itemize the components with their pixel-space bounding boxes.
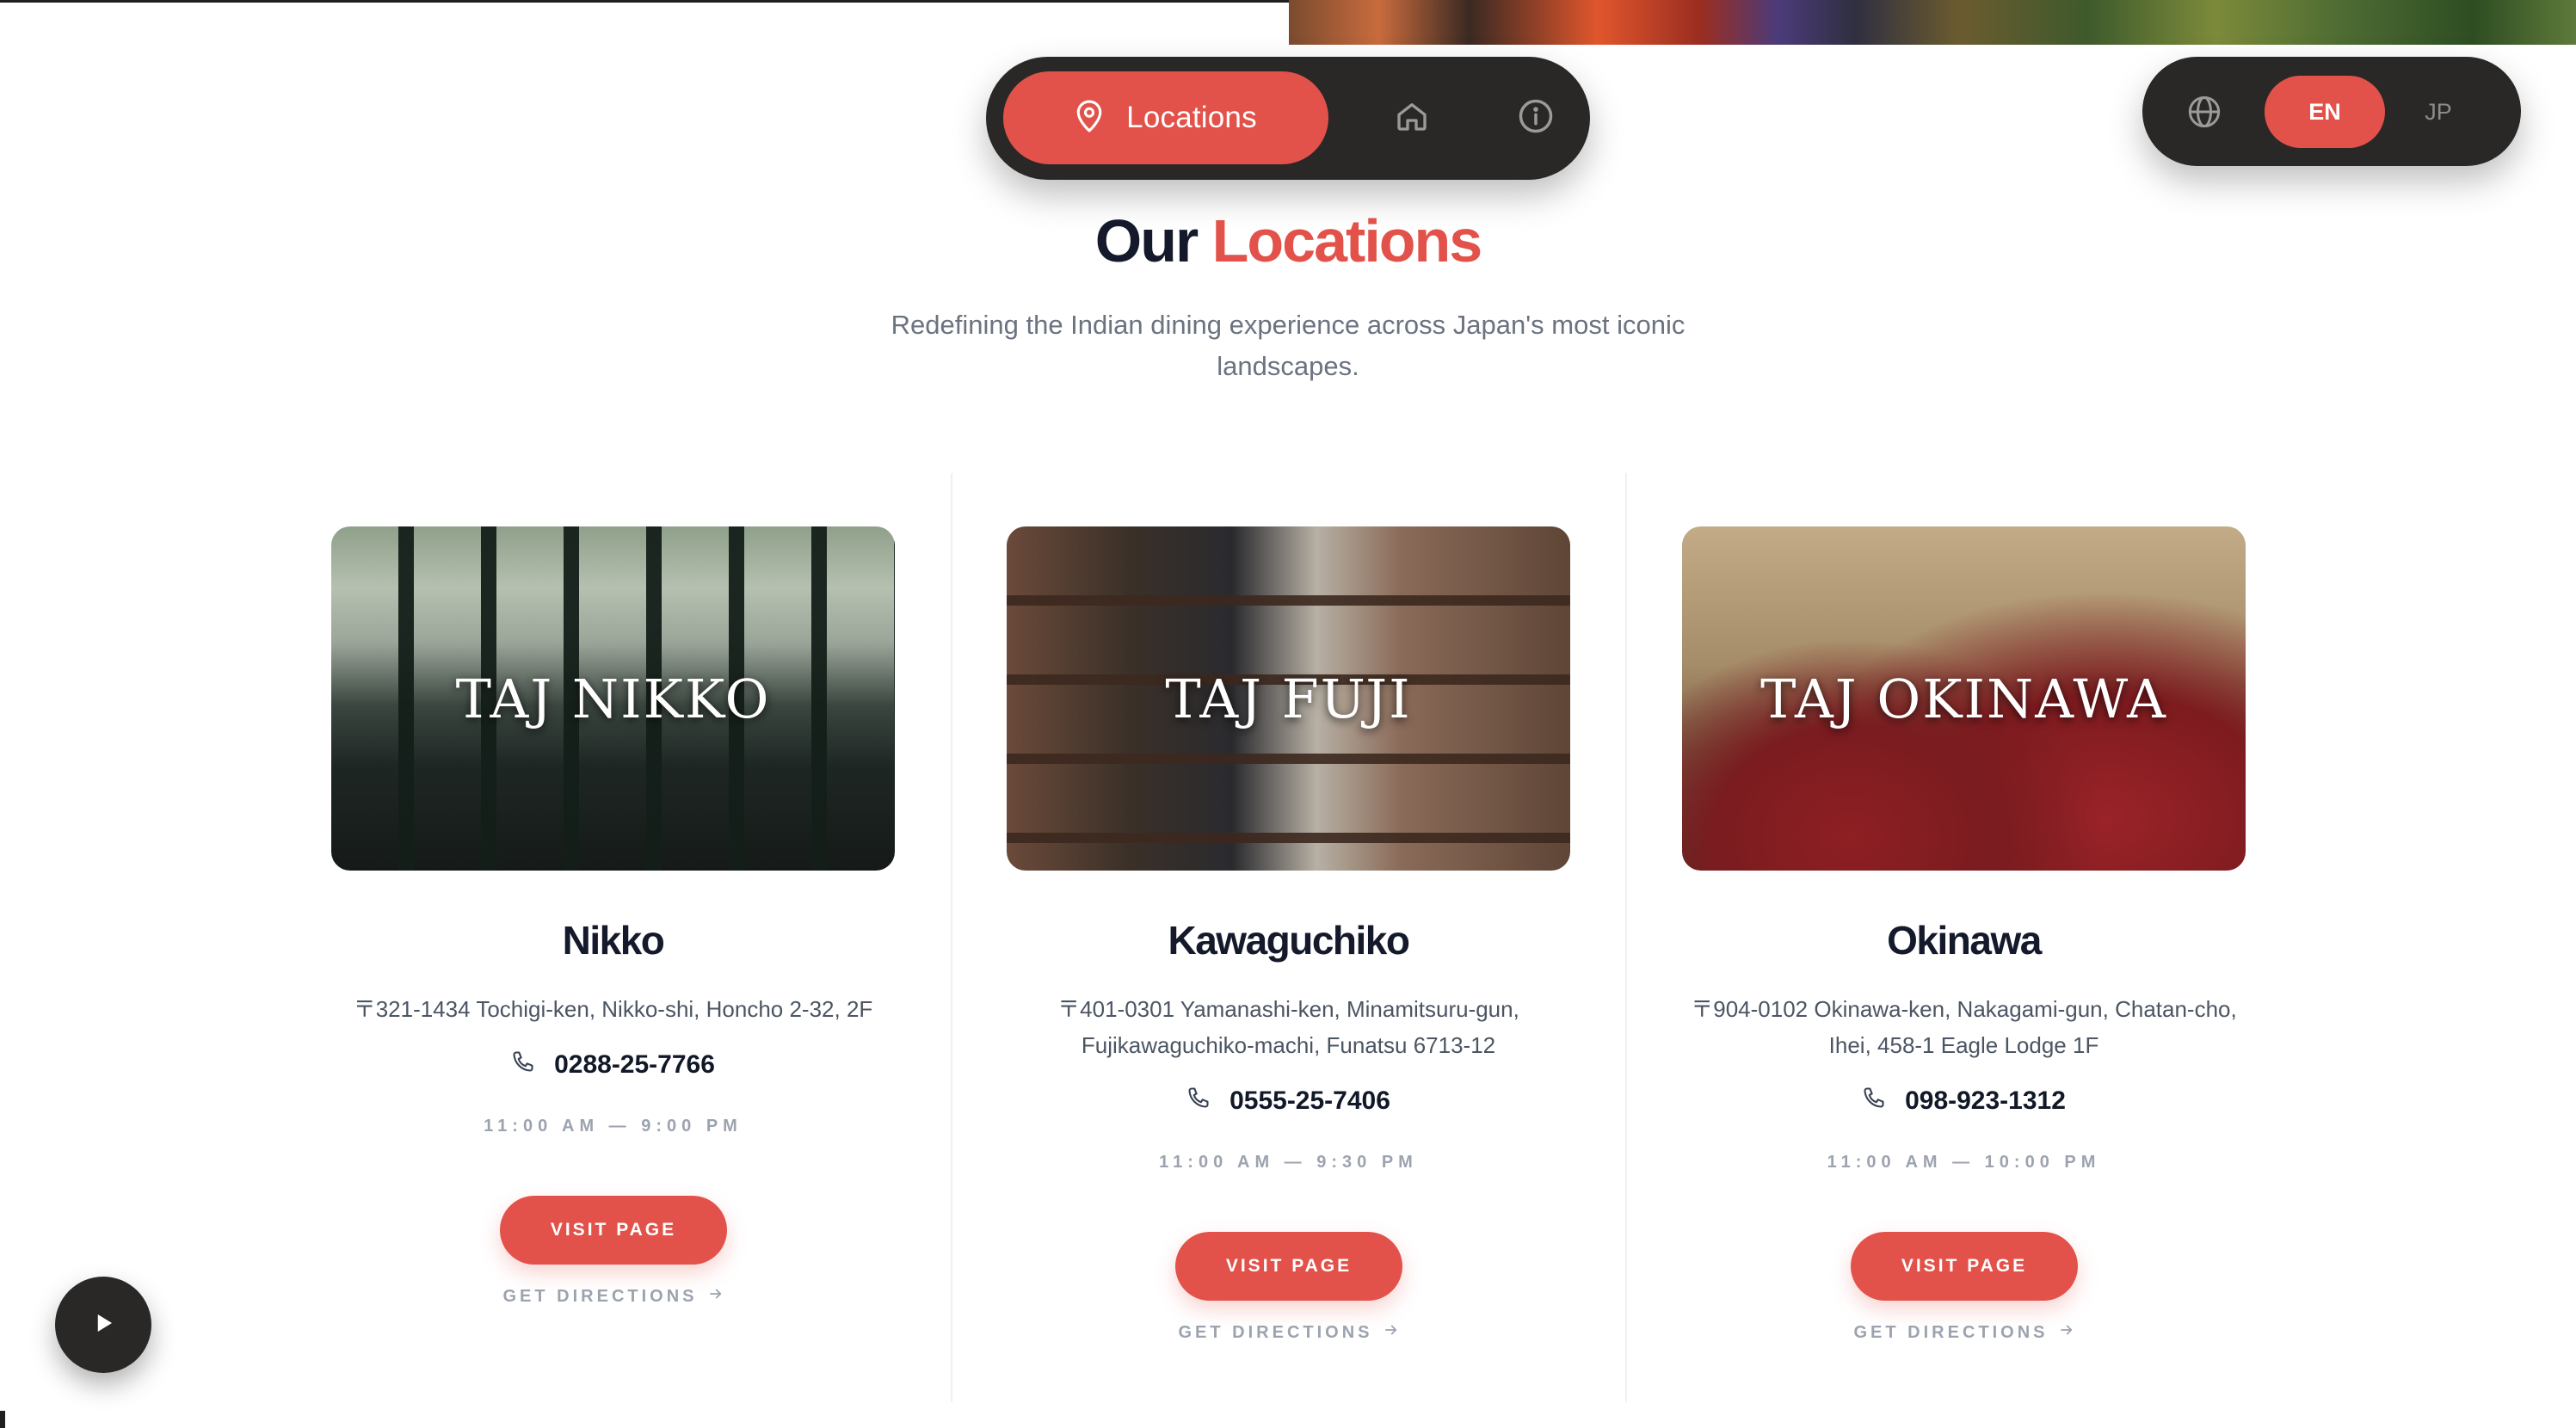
get-directions-label: GET DIRECTIONS (502, 1286, 698, 1306)
photo-title: TAJ OKINAWA (1760, 667, 2167, 730)
language-en-button[interactable]: EN (2265, 76, 2385, 148)
location-card-kawaguchiko: TAJ FUJI Kawaguchiko 〒401-0301 Yamanashi… (1007, 526, 1570, 1342)
visit-page-button[interactable]: VISIT PAGE (1175, 1232, 1402, 1301)
get-directions-link[interactable]: GET DIRECTIONS (1007, 1322, 1570, 1343)
location-address: 〒401-0301 Yamanashi-ken, Minamitsuru-gun… (1057, 996, 1519, 1058)
language-switcher: EN JP (2142, 57, 2521, 166)
column-divider (951, 473, 952, 1402)
phone-number: 098-923-1312 (1905, 1086, 2066, 1115)
music-play-button[interactable] (55, 1277, 151, 1373)
location-address: 〒904-0102 Okinawa-ken, Nakagami-gun, Cha… (1691, 996, 2237, 1058)
page-title: Our Locations (0, 206, 2576, 275)
bottom-edge-mark (0, 1411, 5, 1428)
opening-hours: 11:00 AM — 9:30 PM (1159, 1153, 1418, 1172)
home-icon (1395, 99, 1429, 138)
language-jp-button[interactable]: JP (2395, 76, 2481, 148)
phone-number: 0555-25-7406 (1229, 1086, 1390, 1115)
arrow-right-icon (1384, 1322, 1399, 1343)
nav-info-button[interactable] (1511, 93, 1561, 143)
location-photo[interactable]: TAJ OKINAWA (1682, 526, 2246, 871)
get-directions-link[interactable]: GET DIRECTIONS (331, 1286, 895, 1307)
info-icon (1518, 98, 1554, 138)
location-name: Kawaguchiko (1168, 918, 1410, 963)
page-title-part1: Our (1094, 207, 1199, 274)
get-directions-label: GET DIRECTIONS (1178, 1322, 1373, 1342)
location-name: Okinawa (1887, 918, 2042, 963)
top-rule (0, 0, 1289, 3)
location-photo[interactable]: TAJ FUJI (1007, 526, 1570, 871)
nav-locations-button[interactable]: Locations (1003, 71, 1328, 164)
phone-row[interactable]: 098-923-1312 (1682, 1086, 2246, 1117)
phone-row[interactable]: 0288-25-7766 (331, 1049, 895, 1080)
phone-icon (1862, 1086, 1886, 1117)
opening-hours: 11:00 AM — 10:00 PM (1827, 1153, 2101, 1172)
page-title-part2: Locations (1211, 207, 1483, 274)
photo-title: TAJ FUJI (1165, 667, 1412, 730)
page-subtitle: Redefining the Indian dining experience … (891, 310, 1685, 381)
map-pin-icon (1075, 99, 1104, 138)
location-card-nikko: TAJ NIKKO Nikko 〒321-1434 Tochigi-ken, N… (331, 526, 895, 1306)
location-photo[interactable]: TAJ NIKKO (331, 526, 895, 871)
phone-icon (511, 1049, 535, 1080)
phone-row[interactable]: 0555-25-7406 (1007, 1086, 1570, 1117)
phone-icon (1186, 1086, 1211, 1117)
nav-locations-label: Locations (1126, 101, 1257, 134)
hero-image-strip (1289, 0, 2576, 45)
location-name: Nikko (562, 918, 665, 963)
photo-title: TAJ NIKKO (455, 667, 771, 730)
main-nav: Locations (986, 57, 1590, 180)
arrow-right-icon (708, 1286, 724, 1307)
opening-hours: 11:00 AM — 9:00 PM (484, 1117, 743, 1136)
location-card-okinawa: TAJ OKINAWA Okinawa 〒904-0102 Okinawa-ke… (1682, 526, 2246, 1342)
get-directions-link[interactable]: GET DIRECTIONS (1682, 1322, 2246, 1343)
visit-page-button[interactable]: VISIT PAGE (1851, 1232, 2078, 1301)
globe-icon (2180, 88, 2228, 136)
get-directions-label: GET DIRECTIONS (1853, 1322, 2049, 1342)
phone-number: 0288-25-7766 (554, 1050, 715, 1079)
play-icon (90, 1310, 116, 1340)
location-address: 〒321-1434 Tochigi-ken, Nikko-shi, Honcho… (353, 996, 873, 1022)
arrow-right-icon (2059, 1322, 2074, 1343)
nav-home-button[interactable] (1387, 93, 1437, 143)
column-divider (1625, 473, 1627, 1402)
visit-page-button[interactable]: VISIT PAGE (500, 1196, 727, 1265)
